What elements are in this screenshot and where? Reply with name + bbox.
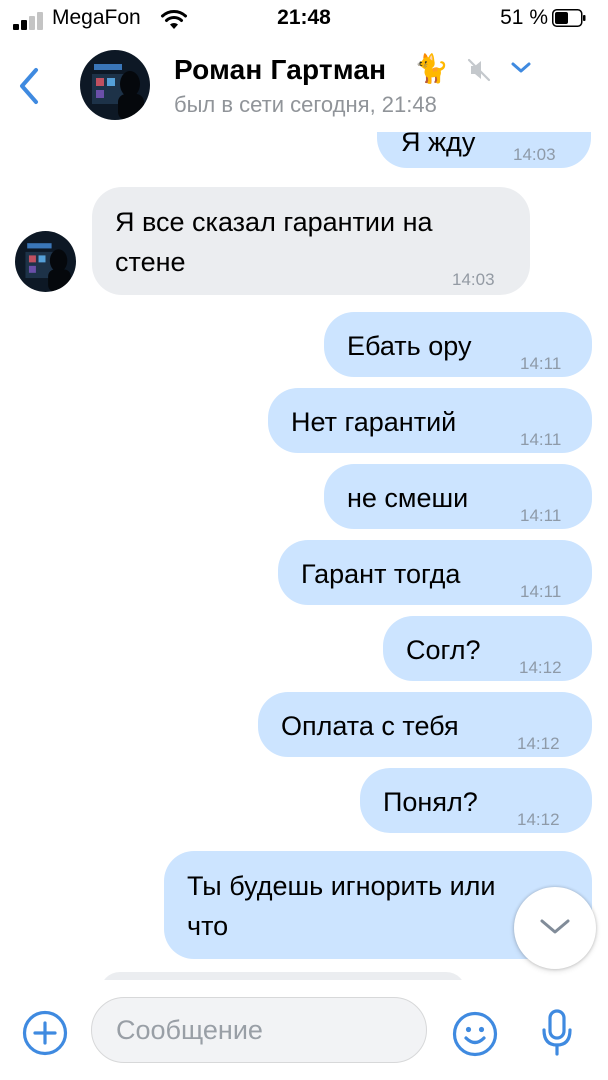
message-incoming[interactable]: Я все сказал гарантии на стене 14:03 bbox=[92, 187, 530, 295]
message-outgoing[interactable]: Ебать ору 14:11 bbox=[324, 312, 592, 377]
chat-header: Роман Гартман 🐈 был в сети сегодня, 21:4… bbox=[0, 40, 608, 132]
message-outgoing[interactable]: Нет гарантий 14:11 bbox=[268, 388, 592, 453]
message-time: 14:03 bbox=[452, 270, 495, 289]
message-outgoing[interactable]: не смеши 14:11 bbox=[324, 464, 592, 529]
contact-name[interactable]: Роман Гартман bbox=[174, 54, 386, 86]
contact-avatar[interactable] bbox=[80, 50, 150, 120]
message-text: Нет гарантий bbox=[291, 407, 457, 437]
message-time: 14:11 bbox=[520, 506, 562, 525]
emoji-icon[interactable] bbox=[452, 1011, 498, 1057]
microphone-icon[interactable] bbox=[540, 1008, 574, 1058]
add-icon[interactable] bbox=[22, 1010, 68, 1056]
message-text: Гарант тогда bbox=[301, 559, 461, 589]
back-icon[interactable] bbox=[14, 64, 44, 108]
message-text: не смеши bbox=[347, 483, 469, 513]
message-time: 14:12 bbox=[517, 810, 560, 829]
mute-icon bbox=[467, 58, 491, 82]
message-time: 14:11 bbox=[520, 582, 562, 601]
battery-percent: 51 % bbox=[500, 6, 548, 29]
message-text-line-1: Ты будешь игнорить или bbox=[187, 871, 496, 901]
chevron-down-icon[interactable] bbox=[510, 60, 532, 76]
cat-emoji: 🐈 bbox=[414, 53, 449, 84]
scroll-down-button[interactable] bbox=[514, 887, 596, 969]
message-text-line-1: Я все сказал гарантии на bbox=[115, 207, 433, 237]
message-text: Понял? bbox=[383, 787, 478, 817]
message-outgoing[interactable]: Понял? 14:12 bbox=[360, 768, 592, 833]
message-time: 14:12 bbox=[519, 658, 562, 677]
message-outgoing[interactable]: Гарант тогда 14:11 bbox=[278, 540, 592, 605]
message-input[interactable] bbox=[91, 997, 427, 1063]
message-outgoing[interactable]: Оплата с тебя 14:12 bbox=[258, 692, 592, 757]
message-time: 14:11 bbox=[520, 354, 562, 373]
message-time: 14:11 bbox=[520, 430, 562, 449]
message-text: Оплата с тебя bbox=[281, 711, 459, 741]
message-text-line-2: стене bbox=[115, 247, 186, 277]
message-text-line-2: что bbox=[187, 911, 229, 941]
incoming-avatar[interactable] bbox=[15, 231, 76, 292]
battery-icon bbox=[552, 9, 586, 27]
message-time: 14:12 bbox=[517, 734, 560, 753]
status-bar: MegaFon 21:48 51 % bbox=[0, 0, 608, 40]
scroll-down-icon bbox=[540, 919, 570, 934]
message-text: Согл? bbox=[406, 635, 481, 665]
message-text: Ебать ору bbox=[347, 331, 472, 361]
message-outgoing[interactable]: Согл? 14:12 bbox=[383, 616, 592, 681]
last-seen-status: был в сети сегодня, 21:48 bbox=[174, 92, 437, 117]
message-composer bbox=[0, 980, 608, 1080]
message-time: 14:03 bbox=[513, 145, 556, 164]
